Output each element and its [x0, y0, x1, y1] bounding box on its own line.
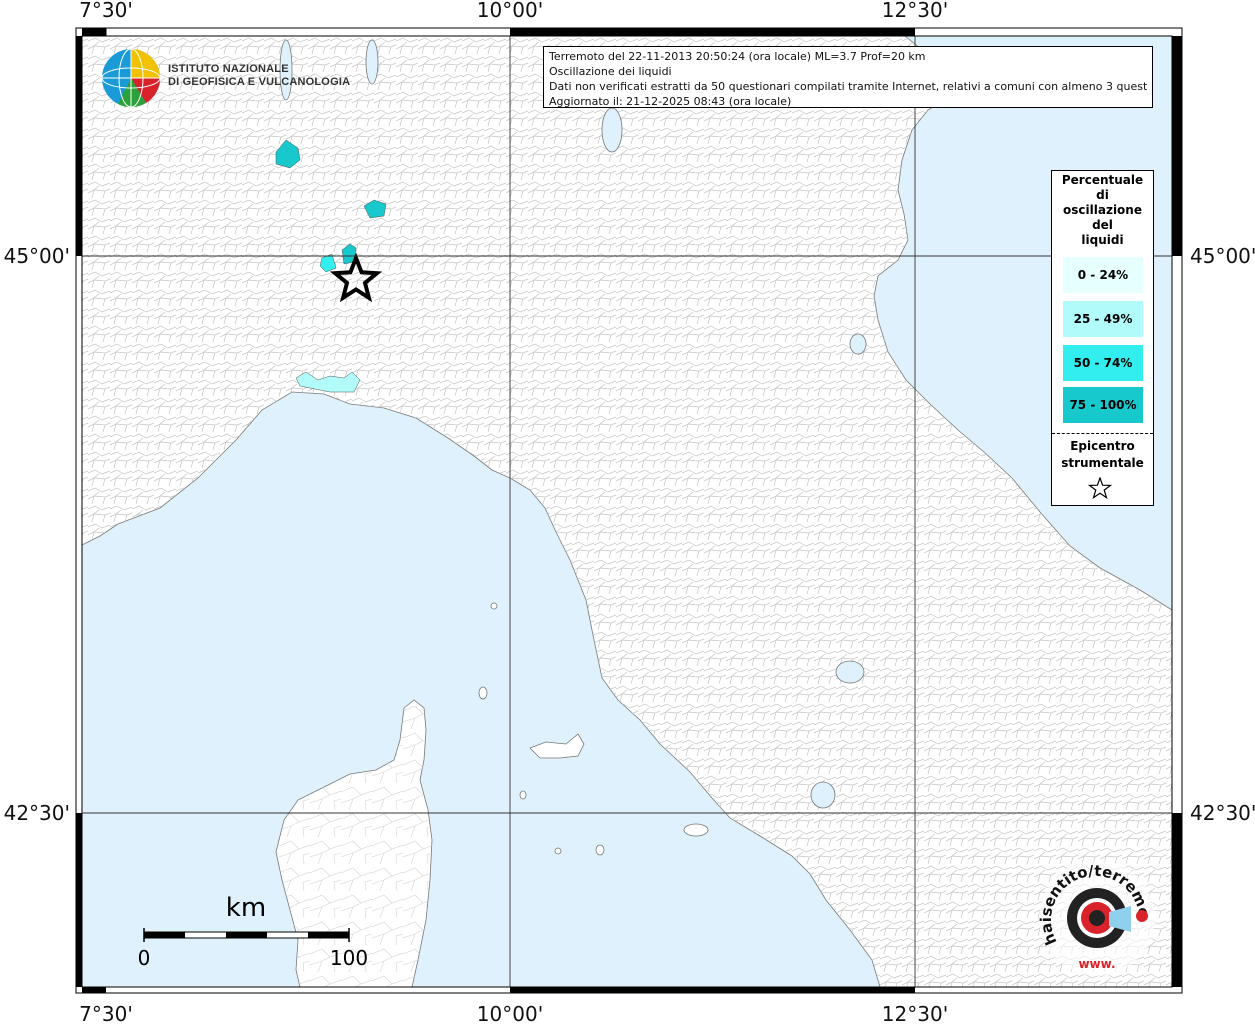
event-info-box: Terremoto del 22-11-2013 20:50:24 (ora l…: [543, 46, 1153, 108]
lake-bolsena: [810, 781, 836, 809]
lake-garda: [601, 107, 623, 153]
legend-title-line: Percentuale: [1061, 173, 1144, 187]
lat-label-left-2: 42°30': [4, 801, 70, 825]
lon-label-bottom-1: 7°30': [79, 1002, 133, 1024]
lagoon: [849, 333, 867, 355]
small-island: [683, 823, 709, 837]
lake-como: [365, 39, 379, 85]
legend-title: Percentuale di oscillazione del liquidi: [1052, 173, 1153, 248]
legend-class-50-74: 50 - 74%: [1063, 345, 1143, 381]
scale-unit: km: [226, 893, 266, 923]
scale-min: 0: [138, 946, 151, 970]
legend-title-line: oscillazione: [1063, 203, 1142, 217]
badge-url: www.: [1078, 957, 1115, 971]
scale-max: 100: [330, 946, 368, 970]
lon-label-bottom-2: 10°00': [477, 1002, 543, 1024]
legend-epicenter-line1: Epicentro: [1070, 439, 1135, 453]
legend-epicenter-label: Epicentro strumentale: [1052, 438, 1153, 472]
lon-label-bottom-3: 12°30': [882, 1002, 948, 1024]
legend-title-line: liquidi: [1081, 233, 1124, 247]
small-island: [554, 847, 562, 855]
legend-class-label: 25 - 49%: [1073, 312, 1133, 326]
haisentito-badge-icon: haisentito/terremoto.it www.: [1035, 856, 1155, 976]
small-island: [519, 790, 527, 800]
lake-trasimeno: [835, 660, 865, 684]
data-note: Dati non verificati estratti da 50 quest…: [549, 80, 1147, 93]
legend-class-25-49: 25 - 49%: [1063, 301, 1143, 337]
small-island: [478, 686, 488, 700]
legend-class-label: 50 - 74%: [1073, 356, 1133, 370]
lat-label-left-1: 45°00': [4, 244, 70, 268]
lon-label-top-2: 10°00': [477, 0, 543, 22]
legend-title-line: di: [1096, 188, 1109, 202]
legend-class-75-100: 75 - 100%: [1063, 387, 1143, 423]
ingv-logo-text: ISTITUTO NAZIONALE DI GEOFISICA E VULCAN…: [168, 63, 350, 89]
lat-label-right-1: 45°00': [1190, 244, 1255, 268]
lon-label-top-1: 7°30': [79, 0, 133, 22]
lon-label-top-3: 12°30': [882, 0, 948, 22]
legend-epicenter-line2: strumentale: [1061, 456, 1144, 470]
update-time: Aggiornato il: 21-12-2025 08:43 (ora loc…: [549, 95, 792, 108]
map-type: Oscillazione dei liquidi: [549, 65, 672, 78]
ingv-logo-line2: DI GEOFISICA E VULCANOLOGIA: [168, 76, 351, 88]
legend-class-label: 0 - 24%: [1077, 268, 1129, 282]
legend: Percentuale di oscillazione del liquidi …: [1051, 170, 1154, 506]
legend-separator: [1052, 433, 1153, 434]
lat-label-right-2: 42°30': [1190, 801, 1255, 825]
legend-title-line: del: [1092, 218, 1113, 232]
small-island: [490, 602, 498, 610]
event-title: Terremoto del 22-11-2013 20:50:24 (ora l…: [549, 50, 926, 63]
ingv-logo-line1: ISTITUTO NAZIONALE: [168, 63, 289, 75]
legend-class-0-24: 0 - 24%: [1063, 257, 1143, 293]
star-icon: [1088, 477, 1112, 499]
small-island: [595, 844, 605, 856]
legend-class-label: 75 - 100%: [1069, 398, 1137, 412]
ingv-logo-icon: [101, 48, 161, 108]
